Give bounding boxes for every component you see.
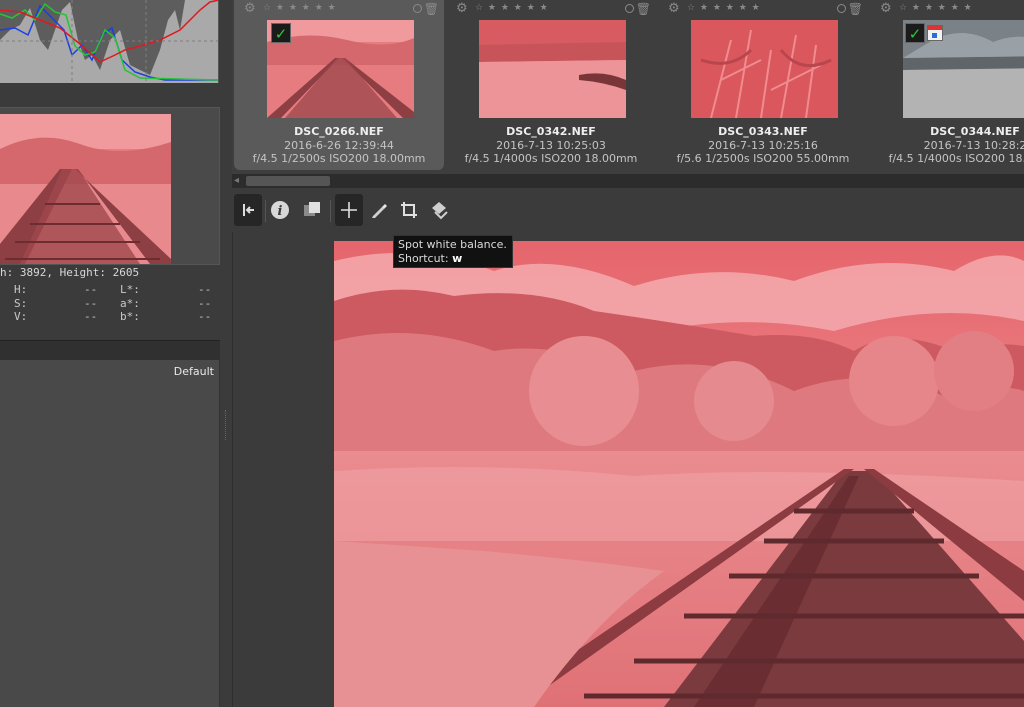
scroll-left-icon[interactable]: ◂ bbox=[234, 174, 239, 188]
app-window: h: 3892, Height: 2605 H: -- L*: -- S: --… bbox=[0, 0, 1024, 707]
color-label-icon[interactable] bbox=[837, 4, 846, 13]
thumbnail[interactable]: ⚙ ☆ ★ ★ ★ ★ ★ 🗑 ✓ DSC_0266.NEF 2016-6-26… bbox=[234, 0, 444, 170]
thumbnail-filename: DSC_0343.NEF bbox=[718, 125, 808, 138]
thumbnail-date: 2016-7-13 10:28:2 bbox=[923, 139, 1024, 152]
histogram-graph bbox=[0, 0, 218, 83]
color-readouts: H: -- L*: -- S: -- a*: -- V: -- b*: -- bbox=[0, 283, 220, 324]
thumbnail[interactable]: ⚙ ☆ ★ ★ ★ ★ ★ 🗑 DSC_0343.NEF 2016-7-13 1… bbox=[658, 0, 868, 170]
crop-button[interactable] bbox=[395, 194, 423, 226]
trash-icon[interactable]: 🗑 bbox=[636, 2, 651, 16]
hand-tool-button[interactable] bbox=[335, 194, 363, 226]
filmstrip-scrollbar[interactable]: ◂ bbox=[232, 174, 1024, 188]
rotate-icon bbox=[432, 202, 448, 220]
thumbnail[interactable]: ⚙ ☆ ★ ★ ★ ★ ★ ✓ DSC_0344.NEF 2016-7-13 1… bbox=[870, 0, 1024, 170]
thumbnail-exif: f/4.5 1/4000s ISO200 18.00mm bbox=[464, 152, 638, 165]
h-label: H: bbox=[14, 283, 28, 296]
rating-stars[interactable]: ☆ ★ ★ ★ ★ ★ bbox=[899, 3, 973, 13]
gear-icon[interactable]: ⚙ bbox=[880, 1, 892, 16]
info-icon: i bbox=[271, 201, 289, 219]
s-label: S: bbox=[14, 296, 28, 310]
navigator-preview[interactable] bbox=[0, 114, 171, 264]
gear-icon[interactable]: ⚙ bbox=[244, 1, 256, 16]
v-label: V: bbox=[14, 310, 28, 323]
image-size-info: h: 3892, Height: 2605 bbox=[0, 266, 140, 279]
gear-icon[interactable]: ⚙ bbox=[668, 1, 680, 16]
thumbnail-toolbar: ⚙ ☆ ★ ★ ★ ★ ★ 🗑 bbox=[658, 0, 868, 18]
hide-left-panel-button[interactable] bbox=[234, 194, 262, 226]
trash-icon[interactable]: 🗑 bbox=[424, 2, 439, 16]
thumbnail-image bbox=[479, 20, 626, 118]
toolbar-separator bbox=[330, 200, 331, 222]
thumbnail-exif: f/5.6 1/2500s ISO200 55.00mm bbox=[676, 152, 850, 165]
b-value: -- bbox=[198, 310, 212, 323]
h-value: -- bbox=[84, 283, 98, 296]
main-preview-image[interactable] bbox=[334, 241, 1024, 707]
history-panel-header[interactable] bbox=[0, 340, 220, 360]
crosshair-icon bbox=[341, 202, 357, 218]
svg-text:i: i bbox=[278, 204, 283, 219]
crop-icon bbox=[401, 202, 417, 218]
tooltip: Spot white balance. Shortcut: w bbox=[393, 235, 513, 268]
spot-white-balance-button[interactable] bbox=[365, 194, 393, 226]
left-panel: h: 3892, Height: 2605 H: -- L*: -- S: --… bbox=[0, 0, 230, 707]
thumbnail[interactable]: ⚙ ☆ ★ ★ ★ ★ ★ 🗑 DSC_0342.NEF 2016-7-13 1… bbox=[446, 0, 656, 170]
thumbnail-date: 2016-7-13 10:25:16 bbox=[708, 139, 818, 152]
thumbnail-toolbar: ⚙ ☆ ★ ★ ★ ★ ★ bbox=[870, 0, 1024, 18]
history-panel: Default bbox=[0, 360, 220, 707]
scrollbar-thumb[interactable] bbox=[246, 176, 330, 186]
thumbnail-date: 2016-6-26 12:39:44 bbox=[284, 139, 394, 152]
profile-label[interactable]: Default bbox=[174, 365, 214, 378]
collapse-left-icon bbox=[243, 204, 254, 216]
l-value: -- bbox=[198, 283, 212, 296]
rating-stars[interactable]: ☆ ★ ★ ★ ★ ★ bbox=[263, 3, 337, 13]
filmstrip: ⚙ ☆ ★ ★ ★ ★ ★ 🗑 ✓ DSC_0266.NEF 2016-6-26… bbox=[232, 0, 1024, 174]
thumbnail-exif: f/4.5 1/2500s ISO200 18.00mm bbox=[252, 152, 426, 165]
tooltip-shortcut-line: Shortcut: w bbox=[398, 252, 508, 266]
histogram[interactable] bbox=[0, 0, 219, 83]
eyedropper-icon bbox=[372, 204, 387, 218]
panel-divider[interactable] bbox=[222, 0, 230, 707]
before-after-icon bbox=[304, 202, 320, 216]
thumbnail-filename: DSC_0344.NEF bbox=[930, 125, 1020, 138]
tooltip-title: Spot white balance. bbox=[398, 238, 507, 251]
rating-stars[interactable]: ☆ ★ ★ ★ ★ ★ bbox=[475, 3, 549, 13]
b-label: b*: bbox=[120, 310, 140, 323]
gear-icon[interactable]: ⚙ bbox=[456, 1, 468, 16]
thumbnail-filename: DSC_0266.NEF bbox=[294, 125, 384, 138]
editor-toolbar: i bbox=[232, 190, 1024, 232]
before-after-button[interactable] bbox=[298, 194, 326, 226]
s-value: -- bbox=[84, 296, 98, 310]
check-icon: ✓ bbox=[271, 23, 291, 43]
thumbnail-toolbar: ⚙ ☆ ★ ★ ★ ★ ★ 🗑 bbox=[234, 0, 444, 18]
info-button[interactable]: i bbox=[266, 194, 294, 226]
a-value: -- bbox=[198, 296, 212, 310]
a-label: a*: bbox=[120, 296, 140, 310]
navigator-panel bbox=[0, 107, 220, 265]
trash-icon[interactable]: 🗑 bbox=[848, 2, 863, 16]
rating-stars[interactable]: ☆ ★ ★ ★ ★ ★ bbox=[687, 3, 761, 13]
check-icon: ✓ bbox=[905, 23, 925, 43]
divider-grip bbox=[225, 410, 227, 440]
thumbnail-image bbox=[691, 20, 838, 118]
thumbnail-exif: f/4.5 1/4000s ISO200 18.00mm bbox=[888, 152, 1024, 165]
l-label: L*: bbox=[120, 283, 140, 296]
v-value: -- bbox=[84, 310, 98, 323]
thumbnail-filename: DSC_0342.NEF bbox=[506, 125, 596, 138]
color-label-icon[interactable] bbox=[413, 4, 422, 13]
straighten-button[interactable] bbox=[425, 194, 453, 226]
tooltip-shortcut-key: w bbox=[452, 252, 463, 265]
thumbnail-toolbar: ⚙ ☆ ★ ★ ★ ★ ★ 🗑 bbox=[446, 0, 656, 18]
save-icon bbox=[927, 25, 943, 41]
color-label-icon[interactable] bbox=[625, 4, 634, 13]
tooltip-shortcut-prefix: Shortcut: bbox=[398, 252, 453, 265]
thumbnail-date: 2016-7-13 10:25:03 bbox=[496, 139, 606, 152]
